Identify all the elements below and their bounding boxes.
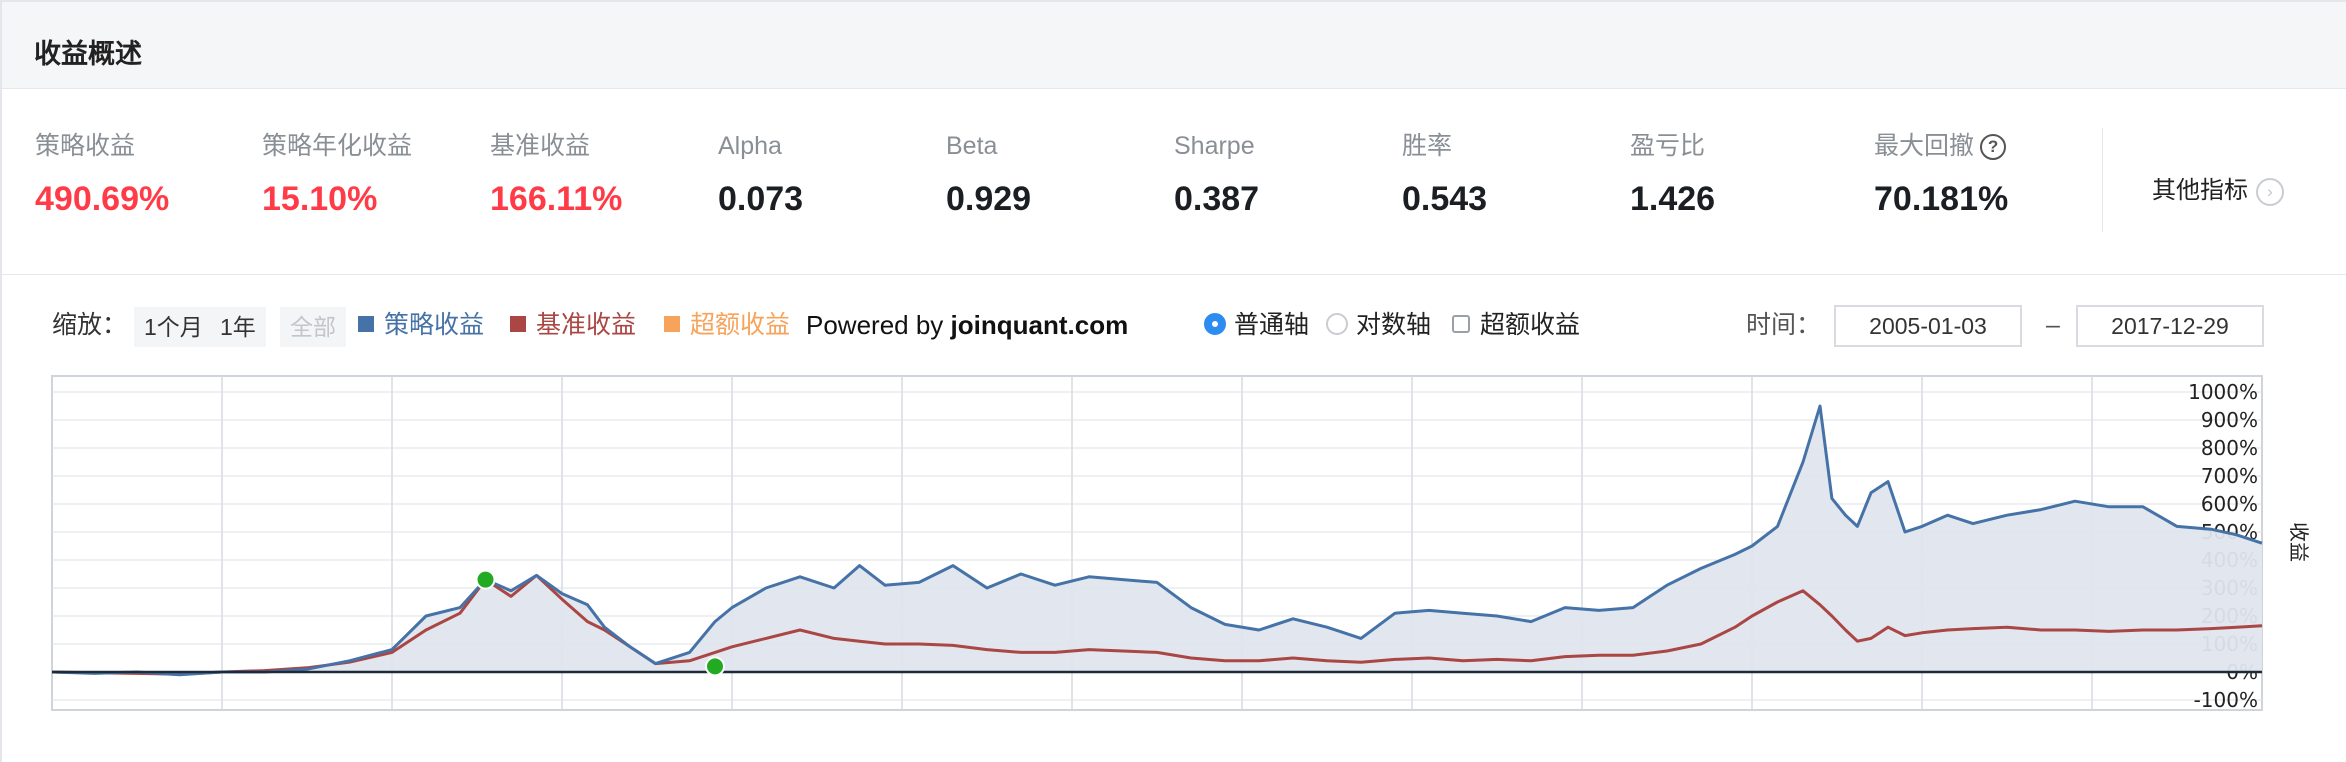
y-tick-label: 900%	[2201, 408, 2258, 432]
divider	[2102, 128, 2103, 232]
legend-item-benchmark[interactable]: 基准收益	[510, 307, 636, 343]
metric-value: 1.426	[1630, 180, 1716, 218]
powered-prefix: Powered by	[806, 310, 951, 340]
metric-beta: Beta 0.929	[946, 130, 1031, 219]
checkbox-icon	[1452, 315, 1470, 334]
returns-chart: 1000%900%800%700%600%500%400%300%200%100…	[51, 375, 2311, 712]
powered-site: joinquant.com	[950, 310, 1129, 340]
date-separator: –	[2046, 311, 2060, 339]
metric-win-rate: 胜率 0.543	[1402, 130, 1487, 219]
panel-header: 收益概述	[2, 2, 2346, 89]
metric-label: Beta	[946, 132, 998, 160]
metric-strategy-return: 策略收益 490.69%	[35, 130, 169, 219]
metric-value: 0.543	[1402, 180, 1488, 218]
question-circle-icon[interactable]: ?	[1980, 134, 2007, 161]
metric-value: 70.181%	[1874, 180, 2009, 218]
zoom-1-month-button[interactable]: 1个月	[134, 307, 213, 347]
legend-item-excess[interactable]: 超额收益	[664, 307, 790, 343]
axis-log-option[interactable]: 对数轴	[1326, 307, 1431, 343]
radio-unselected-icon	[1326, 313, 1348, 336]
legend-swatch	[510, 316, 526, 333]
metric-label: 最大回撤	[1874, 132, 1975, 160]
chart-toolbar: 缩放： 1个月 1年 全部 策略收益 基准收益 超额收益 Powered by …	[0, 300, 2346, 352]
chevron-right-icon: ›	[2256, 177, 2284, 206]
legend-label: 基准收益	[536, 311, 637, 339]
metric-annualized-return: 策略年化收益 15.10%	[262, 130, 412, 219]
y-tick-label: 800%	[2201, 436, 2258, 460]
metric-alpha: Alpha 0.073	[718, 130, 803, 219]
metric-label: Sharpe	[1174, 132, 1255, 160]
metric-label: 策略收益	[35, 132, 136, 160]
zoom-all-button[interactable]: 全部	[280, 307, 346, 347]
panel-title: 收益概述	[34, 39, 142, 69]
other-metrics-label: 其他指标	[2152, 177, 2248, 204]
legend-label: 超额收益	[690, 311, 791, 339]
metric-value: 166.11%	[490, 180, 623, 218]
metric-benchmark-return: 基准收益 166.11%	[490, 130, 622, 219]
y-tick-label: 700%	[2201, 464, 2258, 488]
metric-value: 490.69%	[35, 180, 170, 218]
legend-item-strategy[interactable]: 策略收益	[358, 307, 484, 343]
time-label: 时间：	[1746, 311, 1822, 339]
drawdown-marker	[705, 656, 725, 677]
drawdown-marker	[475, 569, 496, 590]
powered-by-credit: Powered by joinquant.com	[806, 307, 1128, 343]
metric-label: 胜率	[1402, 132, 1453, 160]
metric-label: 盈亏比	[1630, 132, 1706, 160]
excess-return-toggle[interactable]: 超额收益	[1452, 307, 1580, 343]
end-date-input[interactable]	[2076, 305, 2264, 347]
metric-profit-loss-ratio: 盈亏比 1.426	[1630, 130, 1715, 219]
y-axis-label: 收益	[2287, 522, 2311, 562]
metric-value: 0.387	[1174, 180, 1260, 218]
metric-value: 0.929	[946, 180, 1032, 218]
start-date-input[interactable]	[1834, 305, 2022, 347]
y-tick-label: 600%	[2201, 492, 2258, 516]
metric-label: 策略年化收益	[262, 132, 413, 160]
legend-swatch	[358, 316, 374, 333]
axis-log-label: 对数轴	[1356, 311, 1432, 339]
radio-selected-icon	[1204, 313, 1226, 336]
metric-value: 0.073	[718, 180, 804, 218]
other-metrics-link[interactable]: 其他指标 ›	[2152, 170, 2284, 206]
legend-label: 策略收益	[384, 311, 485, 339]
metric-value: 15.10%	[262, 180, 378, 218]
axis-normal-label: 普通轴	[1234, 311, 1310, 339]
axis-normal-option[interactable]: 普通轴	[1204, 307, 1309, 343]
zoom-label: 缩放：	[52, 311, 128, 339]
zoom-1-year-button[interactable]: 1年	[210, 307, 266, 347]
excess-toggle-label: 超额收益	[1480, 311, 1581, 339]
metric-label: 基准收益	[490, 132, 591, 160]
metric-max-drawdown: 最大回撤? 70.181%	[1874, 130, 2008, 219]
metric-label: Alpha	[718, 132, 782, 160]
legend-swatch	[664, 316, 680, 333]
metric-sharpe: Sharpe 0.387	[1174, 130, 1259, 219]
metrics-row: 策略收益 490.69% 策略年化收益 15.10% 基准收益 166.11% …	[2, 88, 2346, 275]
y-tick-label: 1000%	[2188, 380, 2258, 404]
y-tick-label: -100%	[2194, 688, 2258, 712]
